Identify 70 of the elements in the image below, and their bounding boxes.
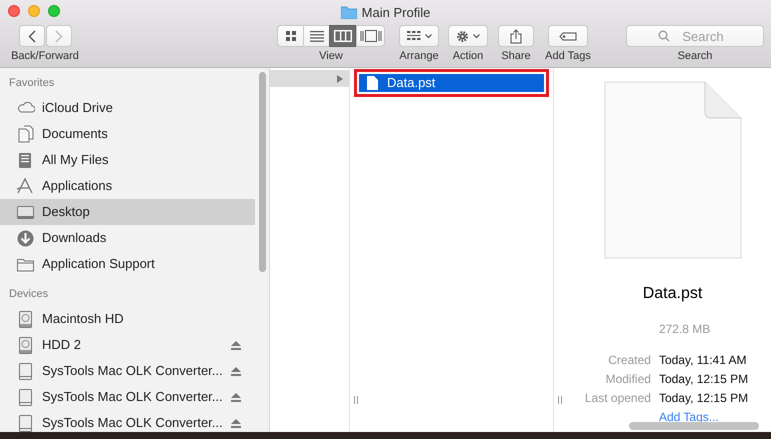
- applications-icon: [16, 176, 35, 196]
- toolbar-label: Back/Forward: [11, 49, 79, 64]
- arrange-icon: [406, 31, 420, 41]
- toolbar-label: Share: [501, 49, 531, 64]
- folder-icon: [340, 6, 357, 20]
- sidebar-item[interactable]: iCloud Drive: [0, 95, 255, 121]
- document-icon: [367, 76, 378, 90]
- detail-value: Today, 11:41 AM: [658, 352, 748, 369]
- forward-icon: [54, 30, 62, 42]
- file-size: 272.8 MB: [658, 321, 712, 338]
- close-button[interactable]: [8, 5, 20, 17]
- list-icon: [310, 30, 324, 42]
- toolbar-label: Search: [678, 49, 712, 64]
- add-tags-button[interactable]: [548, 25, 588, 47]
- sidebar-item[interactable]: SysTools Mac OLK Converter...: [0, 358, 255, 384]
- sidebar-item[interactable]: All My Files: [0, 147, 255, 173]
- document-icon: [602, 80, 742, 260]
- arrange-button[interactable]: [399, 25, 439, 47]
- detail-label: Last opened: [584, 390, 651, 407]
- toolbar-label: Action: [452, 49, 484, 64]
- section-header: Favorites: [8, 76, 56, 91]
- back-icon: [28, 30, 36, 42]
- scrollbar-thumb[interactable]: [259, 72, 266, 272]
- horizontal-scrollbar-thumb[interactable]: [629, 422, 759, 430]
- share-icon: [510, 28, 522, 44]
- sidebar-item[interactable]: Application Support: [0, 251, 255, 277]
- download-icon: [16, 228, 35, 248]
- sidebar-item[interactable]: Desktop: [0, 199, 255, 225]
- toolbar-label: Add Tags: [545, 49, 591, 64]
- toolbar-label: Arrange: [399, 49, 439, 64]
- sidebar-item[interactable]: Documents: [0, 121, 255, 147]
- action-button[interactable]: [448, 25, 488, 47]
- search-icon: [658, 30, 670, 42]
- sidebar-item[interactable]: Applications: [0, 173, 255, 199]
- columns-icon: [334, 30, 352, 42]
- sidebar-item[interactable]: HDD 2: [0, 332, 255, 358]
- drive-icon: [16, 388, 35, 406]
- detail-value: Today, 12:15 PM: [658, 371, 748, 388]
- share-button[interactable]: [498, 25, 534, 47]
- column-resize-handle-icon[interactable]: [558, 396, 563, 404]
- section-header: Devices: [8, 287, 50, 302]
- sidebar-item[interactable]: Downloads: [0, 225, 255, 251]
- eject-icon[interactable]: [231, 366, 241, 376]
- sidebar-item[interactable]: Macintosh HD: [0, 306, 255, 332]
- caret-icon: [473, 34, 480, 38]
- drive-icon: [16, 362, 35, 380]
- caret-icon: [424, 34, 432, 38]
- disclosure-arrow-icon: [337, 74, 343, 82]
- eject-icon[interactable]: [231, 418, 241, 428]
- sidebar-item[interactable]: SysTools Mac OLK Converter...: [0, 384, 255, 410]
- sidebar-item[interactable]: SysTools Mac OLK Converter...: [0, 410, 255, 436]
- file-name: Data.pst: [642, 284, 702, 304]
- tag-icon: [559, 32, 577, 40]
- gear-icon: [456, 30, 469, 42]
- column-resize-handle-icon[interactable]: [354, 396, 359, 404]
- back-button[interactable]: [18, 25, 44, 47]
- view-mode-button[interactable]: [329, 25, 356, 47]
- grid-icon: [286, 31, 296, 41]
- file-row[interactable]: Data.pst: [359, 74, 544, 92]
- detail-label: Created: [607, 352, 651, 369]
- toolbar-label: View: [319, 49, 343, 64]
- gallery-icon: [360, 30, 382, 42]
- window-title: Main Profile: [362, 4, 430, 22]
- eject-icon[interactable]: [231, 340, 241, 350]
- detail-label: Modified: [604, 371, 651, 388]
- documents-icon: [16, 124, 35, 144]
- eject-icon[interactable]: [231, 392, 241, 402]
- search-field[interactable]: Search: [626, 25, 764, 47]
- zoom-button[interactable]: [48, 5, 60, 17]
- detail-value: Today, 12:15 PM: [658, 390, 748, 407]
